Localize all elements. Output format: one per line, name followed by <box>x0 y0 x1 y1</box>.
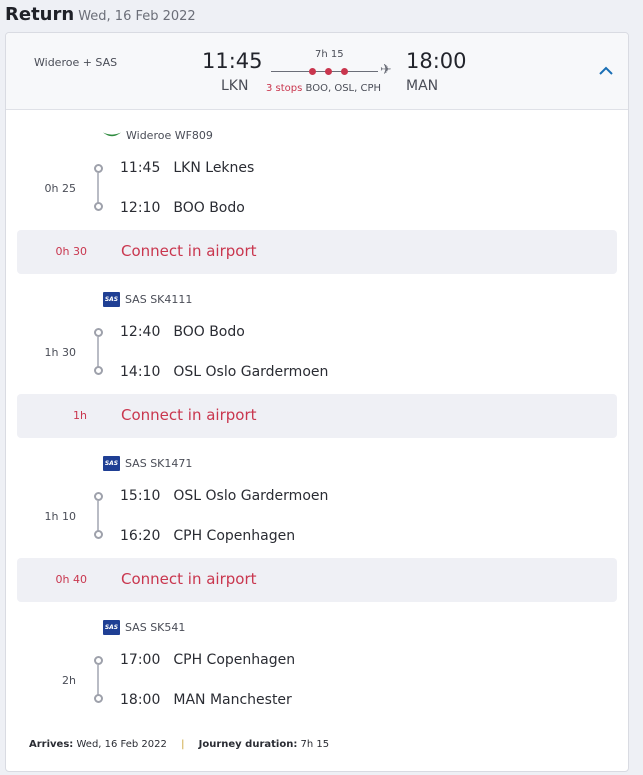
carrier-name: SAS SK4111 <box>125 293 193 306</box>
stop-time: 16:20 <box>120 528 161 544</box>
carrier: SAS SAS SK4111 <box>103 292 192 307</box>
connection-duration: 1h <box>73 409 87 422</box>
stop-time: 18:00 <box>120 692 161 708</box>
airlines-label: Wideroe + SAS <box>34 56 118 69</box>
stop-time: 14:10 <box>120 364 161 380</box>
arrival-row: 12:10 BOO Bodo <box>120 200 245 216</box>
leg-duration: 0h 25 <box>44 182 76 195</box>
timeline-dot <box>94 164 103 173</box>
airplane-icon: ✈ <box>380 62 392 78</box>
total-duration: 7h 15 <box>315 49 344 60</box>
itinerary-card: Wideroe + SAS 11:45 LKN 7h 15 ✈ 3 stops … <box>5 32 629 772</box>
chevron-up-icon <box>599 66 613 75</box>
stop-time: 11:45 <box>120 160 161 176</box>
timeline-dot <box>94 492 103 501</box>
page-title: Return <box>5 4 75 25</box>
stop-time: 17:00 <box>120 652 161 668</box>
timeline-dot <box>94 656 103 665</box>
arrival-code: MAN <box>406 78 439 94</box>
departure-code: LKN <box>221 78 249 94</box>
carrier: Wideroe WF809 <box>103 128 213 142</box>
stop-time: 12:40 <box>120 324 161 340</box>
arrival-time: 18:00 <box>406 49 467 73</box>
connection-duration: 0h 40 <box>55 573 87 586</box>
stop-place: CPH Copenhagen <box>173 652 296 668</box>
sas-logo-icon: SAS <box>103 620 120 635</box>
sas-logo-icon: SAS <box>103 292 120 307</box>
stop-dot <box>341 68 348 75</box>
timeline-dot <box>94 328 103 337</box>
journey-duration-label: Journey duration: <box>198 739 298 750</box>
journey-footer: Arrives: Wed, 16 Feb 2022 | Journey dura… <box>29 739 329 750</box>
collapse-button[interactable] <box>594 59 618 83</box>
timeline-dot <box>94 530 103 539</box>
page-header: Return Wed, 16 Feb 2022 <box>5 4 196 30</box>
stop-place: OSL Oslo Gardermoen <box>173 488 329 504</box>
stop-dot <box>309 68 316 75</box>
arrival-row: 16:20 CPH Copenhagen <box>120 528 295 544</box>
stop-time: 12:10 <box>120 200 161 216</box>
departure-row: 11:45 LKN Leknes <box>120 160 254 176</box>
carrier-name: SAS SK1471 <box>125 457 193 470</box>
connection-duration: 0h 30 <box>55 245 87 258</box>
departure-time: 11:45 <box>202 49 263 73</box>
stops-list: BOO, OSL, CPH <box>305 83 382 94</box>
arrives-value: Wed, 16 Feb 2022 <box>76 739 167 750</box>
flight-summary[interactable]: Wideroe + SAS 11:45 LKN 7h 15 ✈ 3 stops … <box>6 33 628 110</box>
page-date: Wed, 16 Feb 2022 <box>78 9 196 24</box>
stop-place: CPH Copenhagen <box>173 528 296 544</box>
connection-info: 1h Connect in airport <box>17 394 617 438</box>
timeline-dot <box>94 694 103 703</box>
flight-leg: SAS SAS SK4111 1h 30 12:40 BOO Bodo 14:10… <box>6 292 628 410</box>
wideroe-logo-icon <box>103 132 121 137</box>
connection-label: Connect in airport <box>121 406 257 424</box>
connection-info: 0h 30 Connect in airport <box>17 230 617 274</box>
departure-row: 12:40 BOO Bodo <box>120 324 245 340</box>
flight-leg: Wideroe WF809 0h 25 11:45 LKN Leknes 12:1… <box>6 128 628 246</box>
connection-info: 0h 40 Connect in airport <box>17 558 617 602</box>
connection-label: Connect in airport <box>121 242 257 260</box>
leg-duration: 2h <box>62 674 76 687</box>
stop-time: 15:10 <box>120 488 161 504</box>
stop-place: BOO Bodo <box>173 324 245 340</box>
carrier-name: SAS SK541 <box>125 621 186 634</box>
stop-place: BOO Bodo <box>173 200 245 216</box>
sas-logo-icon: SAS <box>103 456 120 471</box>
stop-place: LKN Leknes <box>173 160 255 176</box>
flight-leg: SAS SAS SK541 2h 17:00 CPH Copenhagen 18:… <box>6 620 628 738</box>
carrier: SAS SAS SK541 <box>103 620 185 635</box>
arrival-row: 14:10 OSL Oslo Gardermoen <box>120 364 328 380</box>
stop-dot <box>325 68 332 75</box>
stop-place: OSL Oslo Gardermoen <box>173 364 329 380</box>
connection-label: Connect in airport <box>121 570 257 588</box>
timeline-dot <box>94 202 103 211</box>
stops-count: 3 stops <box>266 83 303 94</box>
stops-summary: 3 stops BOO, OSL, CPH <box>266 83 381 94</box>
stop-place: MAN Manchester <box>173 692 292 708</box>
departure-row: 15:10 OSL Oslo Gardermoen <box>120 488 328 504</box>
leg-duration: 1h 10 <box>44 510 76 523</box>
timeline-dot <box>94 366 103 375</box>
flight-leg: SAS SAS SK1471 1h 10 15:10 OSL Oslo Garde… <box>6 456 628 574</box>
carrier-name: Wideroe WF809 <box>126 128 213 142</box>
departure-row: 17:00 CPH Copenhagen <box>120 652 295 668</box>
carrier: SAS SAS SK1471 <box>103 456 192 471</box>
journey-duration-value: 7h 15 <box>300 739 330 750</box>
footer-separator: | <box>181 739 185 750</box>
arrival-row: 18:00 MAN Manchester <box>120 692 292 708</box>
arrives-label: Arrives: <box>29 739 74 750</box>
leg-duration: 1h 30 <box>44 346 76 359</box>
